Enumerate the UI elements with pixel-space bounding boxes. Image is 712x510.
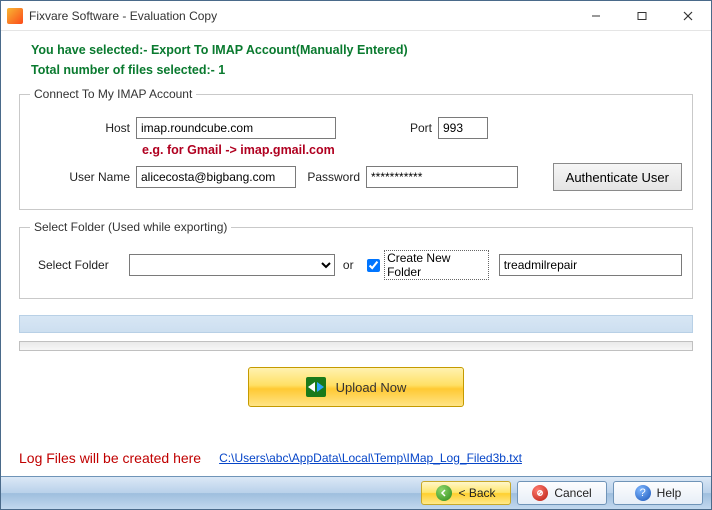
imap-group-legend: Connect To My IMAP Account: [30, 87, 196, 101]
username-input[interactable]: [136, 166, 296, 188]
create-folder-checkbox[interactable]: [367, 259, 380, 272]
content-area: You have selected:- Export To IMAP Accou…: [1, 31, 711, 476]
upload-button-label: Upload Now: [336, 380, 407, 395]
log-file-link[interactable]: C:\Users\abc\AppData\Local\Temp\IMap_Log…: [219, 451, 522, 465]
window-controls: [573, 1, 711, 31]
or-label: or: [335, 258, 367, 272]
password-input[interactable]: [366, 166, 518, 188]
maximize-button[interactable]: [619, 1, 665, 31]
minimize-button[interactable]: [573, 1, 619, 31]
password-label: Password: [296, 170, 366, 184]
selection-count: Total number of files selected:- 1: [31, 63, 693, 77]
progress-bar: [19, 341, 693, 351]
port-label: Port: [336, 121, 438, 135]
help-button[interactable]: ? Help: [613, 481, 703, 505]
app-window: Fixvare Software - Evaluation Copy You h…: [0, 0, 712, 510]
cancel-icon: [532, 485, 548, 501]
selection-summary: You have selected:- Export To IMAP Accou…: [31, 43, 693, 57]
help-button-label: Help: [657, 486, 682, 500]
back-arrow-icon: [436, 485, 452, 501]
log-file-row: Log Files will be created here C:\Users\…: [19, 450, 693, 466]
help-icon: ?: [635, 485, 651, 501]
select-folder-dropdown[interactable]: [129, 254, 336, 276]
footer-bar: < Back Cancel ? Help: [1, 476, 711, 509]
create-folder-label[interactable]: Create New Folder: [384, 250, 489, 280]
authenticate-button[interactable]: Authenticate User: [553, 163, 682, 191]
username-label: User Name: [30, 170, 136, 184]
cancel-button[interactable]: Cancel: [517, 481, 607, 505]
new-folder-input[interactable]: [499, 254, 682, 276]
status-bar: [19, 315, 693, 333]
app-icon: [7, 8, 23, 24]
host-hint: e.g. for Gmail -> imap.gmail.com: [142, 143, 682, 157]
host-input[interactable]: [136, 117, 336, 139]
upload-icon: [306, 377, 326, 397]
back-button-label: < Back: [458, 486, 495, 500]
window-title: Fixvare Software - Evaluation Copy: [29, 9, 573, 23]
log-label: Log Files will be created here: [19, 450, 201, 466]
select-folder-group: Select Folder (Used while exporting) Sel…: [19, 220, 693, 299]
folder-group-legend: Select Folder (Used while exporting): [30, 220, 231, 234]
back-button[interactable]: < Back: [421, 481, 511, 505]
port-input[interactable]: [438, 117, 488, 139]
titlebar: Fixvare Software - Evaluation Copy: [1, 1, 711, 31]
host-label: Host: [30, 121, 136, 135]
select-folder-label: Select Folder: [30, 258, 129, 272]
imap-account-group: Connect To My IMAP Account Host Port e.g…: [19, 87, 693, 210]
upload-now-button[interactable]: Upload Now: [248, 367, 464, 407]
close-button[interactable]: [665, 1, 711, 31]
cancel-button-label: Cancel: [554, 486, 591, 500]
